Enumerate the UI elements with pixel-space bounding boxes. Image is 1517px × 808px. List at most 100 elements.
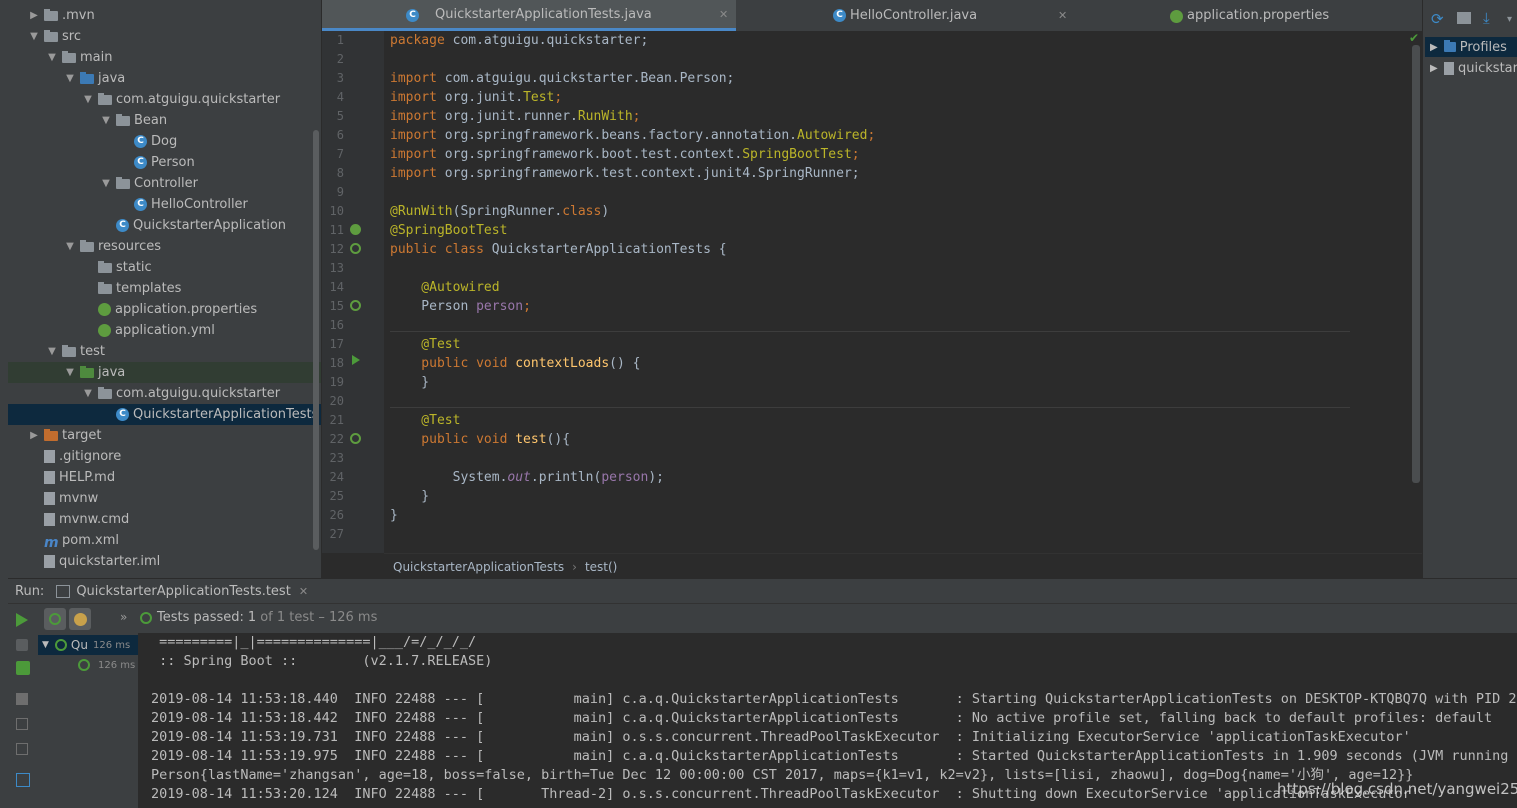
tree-item[interactable]: m pom.xml <box>8 530 321 551</box>
code-line-3: import com.atguigu.quickstarter.Bean.Per… <box>390 71 735 86</box>
tab-label: QuickstarterApplicationTests.java <box>435 6 652 22</box>
tab-hello-controller[interactable]: C HelloController.java ✕ <box>736 0 1072 31</box>
rerun-icon[interactable] <box>16 613 28 627</box>
tree-item[interactable]: C Person <box>8 152 321 173</box>
close-icon[interactable]: ✕ <box>299 585 308 598</box>
pin-icon[interactable] <box>16 639 28 651</box>
status-rest: of 1 test – 126 ms <box>260 610 378 625</box>
show-passed-toggle[interactable] <box>44 608 66 630</box>
package-icon <box>98 386 112 399</box>
inspection-ok-icon[interactable]: ✔ <box>1409 31 1419 45</box>
chevron-right-icon[interactable]: ▶ <box>28 430 40 441</box>
line-number: 4 <box>336 90 344 104</box>
layout-icon[interactable] <box>16 773 30 787</box>
chevron-down-icon[interactable]: ▼ <box>64 73 76 84</box>
rerun-failed-icon[interactable] <box>16 661 30 675</box>
autowired-navigate-icon[interactable] <box>350 300 361 311</box>
chevron-right-icon[interactable]: ▶ <box>28 10 40 21</box>
spring-bean-icon[interactable] <box>350 224 361 235</box>
show-ignored-toggle[interactable] <box>69 608 91 630</box>
chevron-down-icon[interactable]: ▼ <box>82 94 94 105</box>
tree-item[interactable]: ▼ Controller <box>8 173 321 194</box>
tree-item[interactable]: .gitignore <box>8 446 321 467</box>
check-circle-icon <box>54 639 67 651</box>
code-line-4: import org.junit.Test; <box>390 90 563 105</box>
tree-item[interactable]: quickstarter.iml <box>8 551 321 572</box>
tree-item-label: templates <box>116 281 182 296</box>
maven-project-item[interactable]: ▶ quickstar <box>1425 58 1517 78</box>
test-child-item[interactable]: 126 ms <box>78 655 135 675</box>
tree-item[interactable]: static <box>8 257 321 278</box>
tree-item[interactable]: C QuickstarterApplicationTests <box>8 404 321 425</box>
chevron-down-icon[interactable]: ▼ <box>100 115 112 126</box>
tree-item[interactable]: HELP.md <box>8 467 321 488</box>
tree-item[interactable]: C QuickstarterApplication <box>8 215 321 236</box>
tree-item[interactable]: ▼ resources <box>8 236 321 257</box>
run-tab-label[interactable]: QuickstarterApplicationTests.test <box>76 584 291 599</box>
tab-application-properties[interactable]: application.properties <box>1072 0 1422 31</box>
tree-item[interactable]: C Dog <box>8 131 321 152</box>
file-icon <box>44 492 55 505</box>
class-icon: C <box>134 156 147 169</box>
close-icon[interactable]: ✕ <box>719 8 728 21</box>
console-line: 2019-08-14 11:53:19.975 INFO 22488 --- [… <box>151 748 1517 764</box>
tree-item-label: mvnw.cmd <box>59 512 130 527</box>
tree-item[interactable]: ▼ java <box>8 362 321 383</box>
breadcrumb: QuickstarterApplicationTests › test() <box>384 553 1422 579</box>
tree-item[interactable]: ▼ com.atguigu.quickstarter <box>8 89 321 110</box>
tree-item[interactable]: ▼ Bean <box>8 110 321 131</box>
tree-item[interactable]: templates <box>8 278 321 299</box>
tree-item[interactable]: mvnw <box>8 488 321 509</box>
console-line: :: Spring Boot :: (v2.1.7.RELEASE) <box>151 653 493 669</box>
tree-item[interactable]: mvnw.cmd <box>8 509 321 530</box>
refresh-icon[interactable]: ⟳ <box>1431 10 1444 28</box>
run-test-icon[interactable] <box>352 355 360 365</box>
run-test-class-icon[interactable] <box>350 243 361 254</box>
chevron-down-icon[interactable]: ▼ <box>64 241 76 252</box>
profiles-item[interactable]: ▶ Profiles <box>1425 37 1517 57</box>
test-results-tree: ▼ Qu 126 ms 126 ms <box>38 633 139 808</box>
tree-item[interactable]: C HelloController <box>8 194 321 215</box>
exit-icon[interactable] <box>16 743 28 755</box>
line-number: 19 <box>329 375 344 389</box>
more-icon[interactable]: » <box>120 610 127 624</box>
tree-item[interactable]: ▶ .mvn <box>8 5 321 26</box>
close-icon[interactable]: ✕ <box>1058 9 1067 22</box>
editor-scrollbar[interactable] <box>1412 45 1420 483</box>
chevron-down-icon[interactable]: ▼ <box>64 367 76 378</box>
restore-layout-icon[interactable] <box>16 718 28 730</box>
chevron-down-icon[interactable]: ▼ <box>46 346 58 357</box>
tree-item[interactable]: ▼ main <box>8 47 321 68</box>
status-prefix: Tests passed: <box>157 610 244 625</box>
add-project-icon[interactable] <box>1457 12 1471 24</box>
expand-icon[interactable]: ▾ <box>1507 14 1512 25</box>
chevron-down-icon[interactable]: ▼ <box>82 388 94 399</box>
tab-label: HelloController.java <box>850 8 978 23</box>
download-icon[interactable]: ⤓ <box>1483 9 1490 27</box>
tree-item[interactable]: ▼ com.atguigu.quickstarter <box>8 383 321 404</box>
tree-item[interactable]: ▶ target <box>8 425 321 446</box>
code-editor[interactable]: package com.atguigu.quickstarter; import… <box>384 31 1422 553</box>
tree-item[interactable]: ▼ java <box>8 68 321 89</box>
tree-item[interactable]: application.properties <box>8 299 321 320</box>
check-circle-icon <box>49 613 61 625</box>
chevron-down-icon[interactable]: ▼ <box>100 178 112 189</box>
tree-item-label: src <box>62 29 81 44</box>
tree-item[interactable]: ▼ test <box>8 341 321 362</box>
run-test-icon[interactable] <box>350 433 361 444</box>
test-root-item[interactable]: ▼ Qu 126 ms <box>38 635 138 655</box>
chevron-down-icon[interactable]: ▼ <box>46 52 58 63</box>
breadcrumb-method[interactable]: test() <box>585 560 617 574</box>
line-number: 17 <box>329 337 344 351</box>
folder-icon <box>1443 40 1456 52</box>
breadcrumb-class[interactable]: QuickstarterApplicationTests <box>393 560 564 574</box>
stop-icon[interactable] <box>16 693 28 705</box>
chevron-down-icon: ▼ <box>42 640 49 650</box>
tree-item-label: .gitignore <box>59 449 122 464</box>
tree-item[interactable]: ▼ src <box>8 26 321 47</box>
tree-item[interactable]: application.yml <box>8 320 321 341</box>
chevron-down-icon[interactable]: ▼ <box>28 31 40 42</box>
project-tree-scrollbar[interactable] <box>313 130 319 550</box>
tab-quickstarter-application-tests[interactable]: C QuickstarterApplicationTests.java ✕ <box>322 0 736 31</box>
tree-item-label: Person <box>151 155 195 170</box>
